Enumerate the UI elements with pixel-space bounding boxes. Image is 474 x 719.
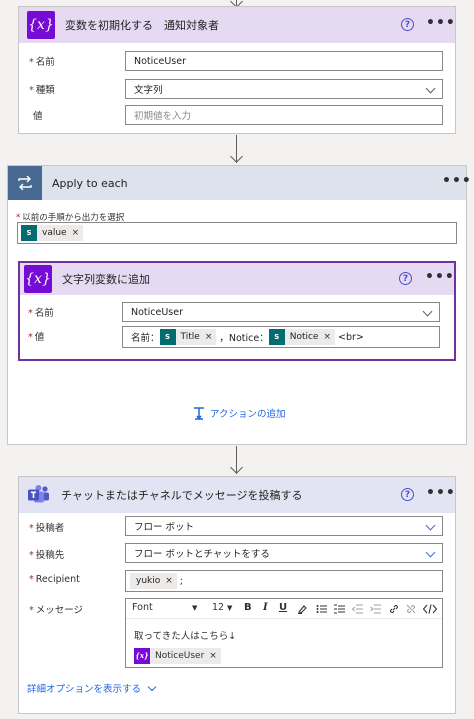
more-options-icon[interactable]: ••• <box>425 269 455 285</box>
token-label: Title <box>180 332 200 342</box>
add-action-label: アクションの追加 <box>210 409 286 420</box>
numbered-list-icon[interactable] <box>334 604 345 614</box>
post-in-label: * 投稿先 <box>29 550 65 561</box>
card-title: チャットまたはチャネルでメッセージを投稿する <box>61 489 303 502</box>
teams-post-message-card[interactable]: チャットまたはチャネルでメッセージを投稿する ? ••• * 投稿者 フロー ボッ… <box>18 476 456 714</box>
bullet-list-icon[interactable] <box>316 604 327 614</box>
card-header[interactable]: {x} 変数を初期化する 通知対象者 ? ••• <box>19 7 455 43</box>
append-value-input[interactable]: 名前： S Title × ，Notice： S Notice × <br> <box>122 326 440 348</box>
poster-value: フロー ボット <box>134 522 195 533</box>
name-label: * 名前 <box>28 308 54 319</box>
bold-icon[interactable]: B <box>244 602 252 613</box>
title-token[interactable]: S Title × <box>159 329 217 345</box>
append-name-select[interactable]: NoticeUser <box>122 302 440 322</box>
connector-arrow <box>230 150 243 163</box>
post-in-select[interactable]: フロー ボットとチャットをする <box>125 543 443 563</box>
select-output-input[interactable]: Svalue × <box>17 222 457 244</box>
apply-to-each-card[interactable]: Apply to each ••• * 以前の手順から出力を選択 Svalue × … <box>7 165 471 445</box>
type-value: 文字列 <box>134 85 163 96</box>
notice-user-token[interactable]: {x} NoticeUser × <box>134 647 221 664</box>
message-editor[interactable]: Font ▼ 12 ▼ B I U 取ってきた人はこちら↓ {x} NoticeU… <box>125 598 443 668</box>
sharepoint-icon: S <box>159 329 176 345</box>
help-icon[interactable]: ? <box>399 272 412 285</box>
value-text: 名前： <box>131 333 160 344</box>
variable-icon: {x} <box>24 265 52 293</box>
card-header[interactable]: Apply to each ••• <box>8 166 471 200</box>
token-label: NoticeUser <box>155 650 205 661</box>
variable-type-select[interactable]: 文字列 <box>125 79 443 99</box>
message-text: 取ってきた人はこちら↓ <box>134 631 237 642</box>
token-remove-icon[interactable]: × <box>165 576 173 586</box>
type-label: * 種類 <box>29 85 55 96</box>
value-text: ，Notice： <box>219 333 269 344</box>
append-string-variable-card[interactable]: {x} 文字列変数に追加 ? ••• * 名前 NoticeUser * 値 名前：… <box>18 261 456 361</box>
token-label: value <box>42 228 67 238</box>
link-icon[interactable] <box>389 604 399 614</box>
recipient-label: * Recipient <box>29 574 80 585</box>
highlight-icon[interactable] <box>297 604 307 614</box>
message-label: * メッセージ <box>29 605 84 616</box>
variable-icon: {x} <box>27 11 55 39</box>
more-options-icon[interactable]: ••• <box>442 173 472 189</box>
token-remove-icon[interactable]: × <box>323 332 331 342</box>
card-header[interactable]: {x} 文字列変数に追加 ? ••• <box>20 263 454 295</box>
poster-select[interactable]: フロー ボット <box>125 516 443 536</box>
recipient-separator: ; <box>179 575 183 587</box>
value-label: * 値 <box>28 332 45 343</box>
show-advanced-options-link[interactable]: 詳細オプションを表示する <box>27 681 157 695</box>
token-label: yukio <box>136 576 161 586</box>
chevron-down-icon <box>425 520 436 531</box>
card-title: 変数を初期化する 通知対象者 <box>65 19 219 32</box>
card-header[interactable]: チャットまたはチャネルでメッセージを投稿する ? ••• <box>19 477 455 513</box>
name-value: NoticeUser <box>131 306 184 318</box>
recipient-token[interactable]: yukio × <box>130 573 177 589</box>
font-select-caret-icon[interactable]: ▼ <box>192 604 197 612</box>
value-text: <br> <box>338 331 364 343</box>
message-token-row: {x} NoticeUser × <box>134 643 224 664</box>
name-label: * 名前 <box>29 57 55 68</box>
post-in-value: フロー ボットとチャットをする <box>134 549 270 560</box>
font-size-select[interactable]: 12 <box>212 602 224 613</box>
variable-name-input[interactable]: NoticeUser <box>125 51 443 71</box>
value-token[interactable]: Svalue × <box>21 225 84 241</box>
more-options-icon[interactable]: ••• <box>426 485 456 501</box>
chevron-down-icon <box>425 83 436 94</box>
token-remove-icon[interactable]: × <box>205 332 213 342</box>
variable-icon: {x} <box>134 647 150 664</box>
add-action-icon <box>194 406 204 420</box>
teams-icon <box>27 483 51 507</box>
indent-increase-icon[interactable] <box>370 604 381 614</box>
add-action-button[interactable]: アクションの追加 <box>193 406 286 420</box>
card-title: 文字列変数に追加 <box>62 273 150 286</box>
initialize-variable-card[interactable]: {x} 変数を初期化する 通知対象者 ? ••• * 名前 NoticeUser … <box>18 6 456 134</box>
unlink-icon[interactable] <box>406 604 416 614</box>
token-remove-icon[interactable]: × <box>209 651 217 661</box>
advanced-options-label: 詳細オプションを表示する <box>27 684 142 695</box>
loop-icon <box>8 166 42 200</box>
chevron-down-icon <box>422 306 433 317</box>
chevron-down-icon <box>425 547 436 558</box>
italic-icon[interactable]: I <box>263 602 268 613</box>
card-title: Apply to each <box>52 176 128 190</box>
poster-label: * 投稿者 <box>29 523 65 534</box>
recipient-input[interactable]: yukio × ; <box>125 570 443 592</box>
value-label: 値 <box>33 111 43 122</box>
sharepoint-icon: S <box>268 329 285 345</box>
connector-arrow <box>230 461 243 474</box>
help-icon[interactable]: ? <box>401 488 414 501</box>
code-view-icon[interactable] <box>423 604 437 614</box>
font-size-caret-icon[interactable]: ▼ <box>227 604 232 612</box>
editor-toolbar: Font ▼ 12 ▼ B I U <box>126 599 442 619</box>
help-icon[interactable]: ? <box>401 18 414 31</box>
variable-value-input[interactable]: 初期値を入力 <box>125 105 443 125</box>
token-label: Notice <box>289 332 319 342</box>
more-options-icon[interactable]: ••• <box>426 15 456 31</box>
chevron-down-icon <box>147 682 157 691</box>
underline-icon[interactable]: U <box>279 602 287 613</box>
indent-decrease-icon[interactable] <box>352 604 363 614</box>
notice-token[interactable]: S Notice × <box>268 329 336 345</box>
token-remove-icon[interactable]: × <box>72 228 80 238</box>
sharepoint-icon: S <box>21 225 37 241</box>
font-select[interactable]: Font <box>132 602 153 613</box>
